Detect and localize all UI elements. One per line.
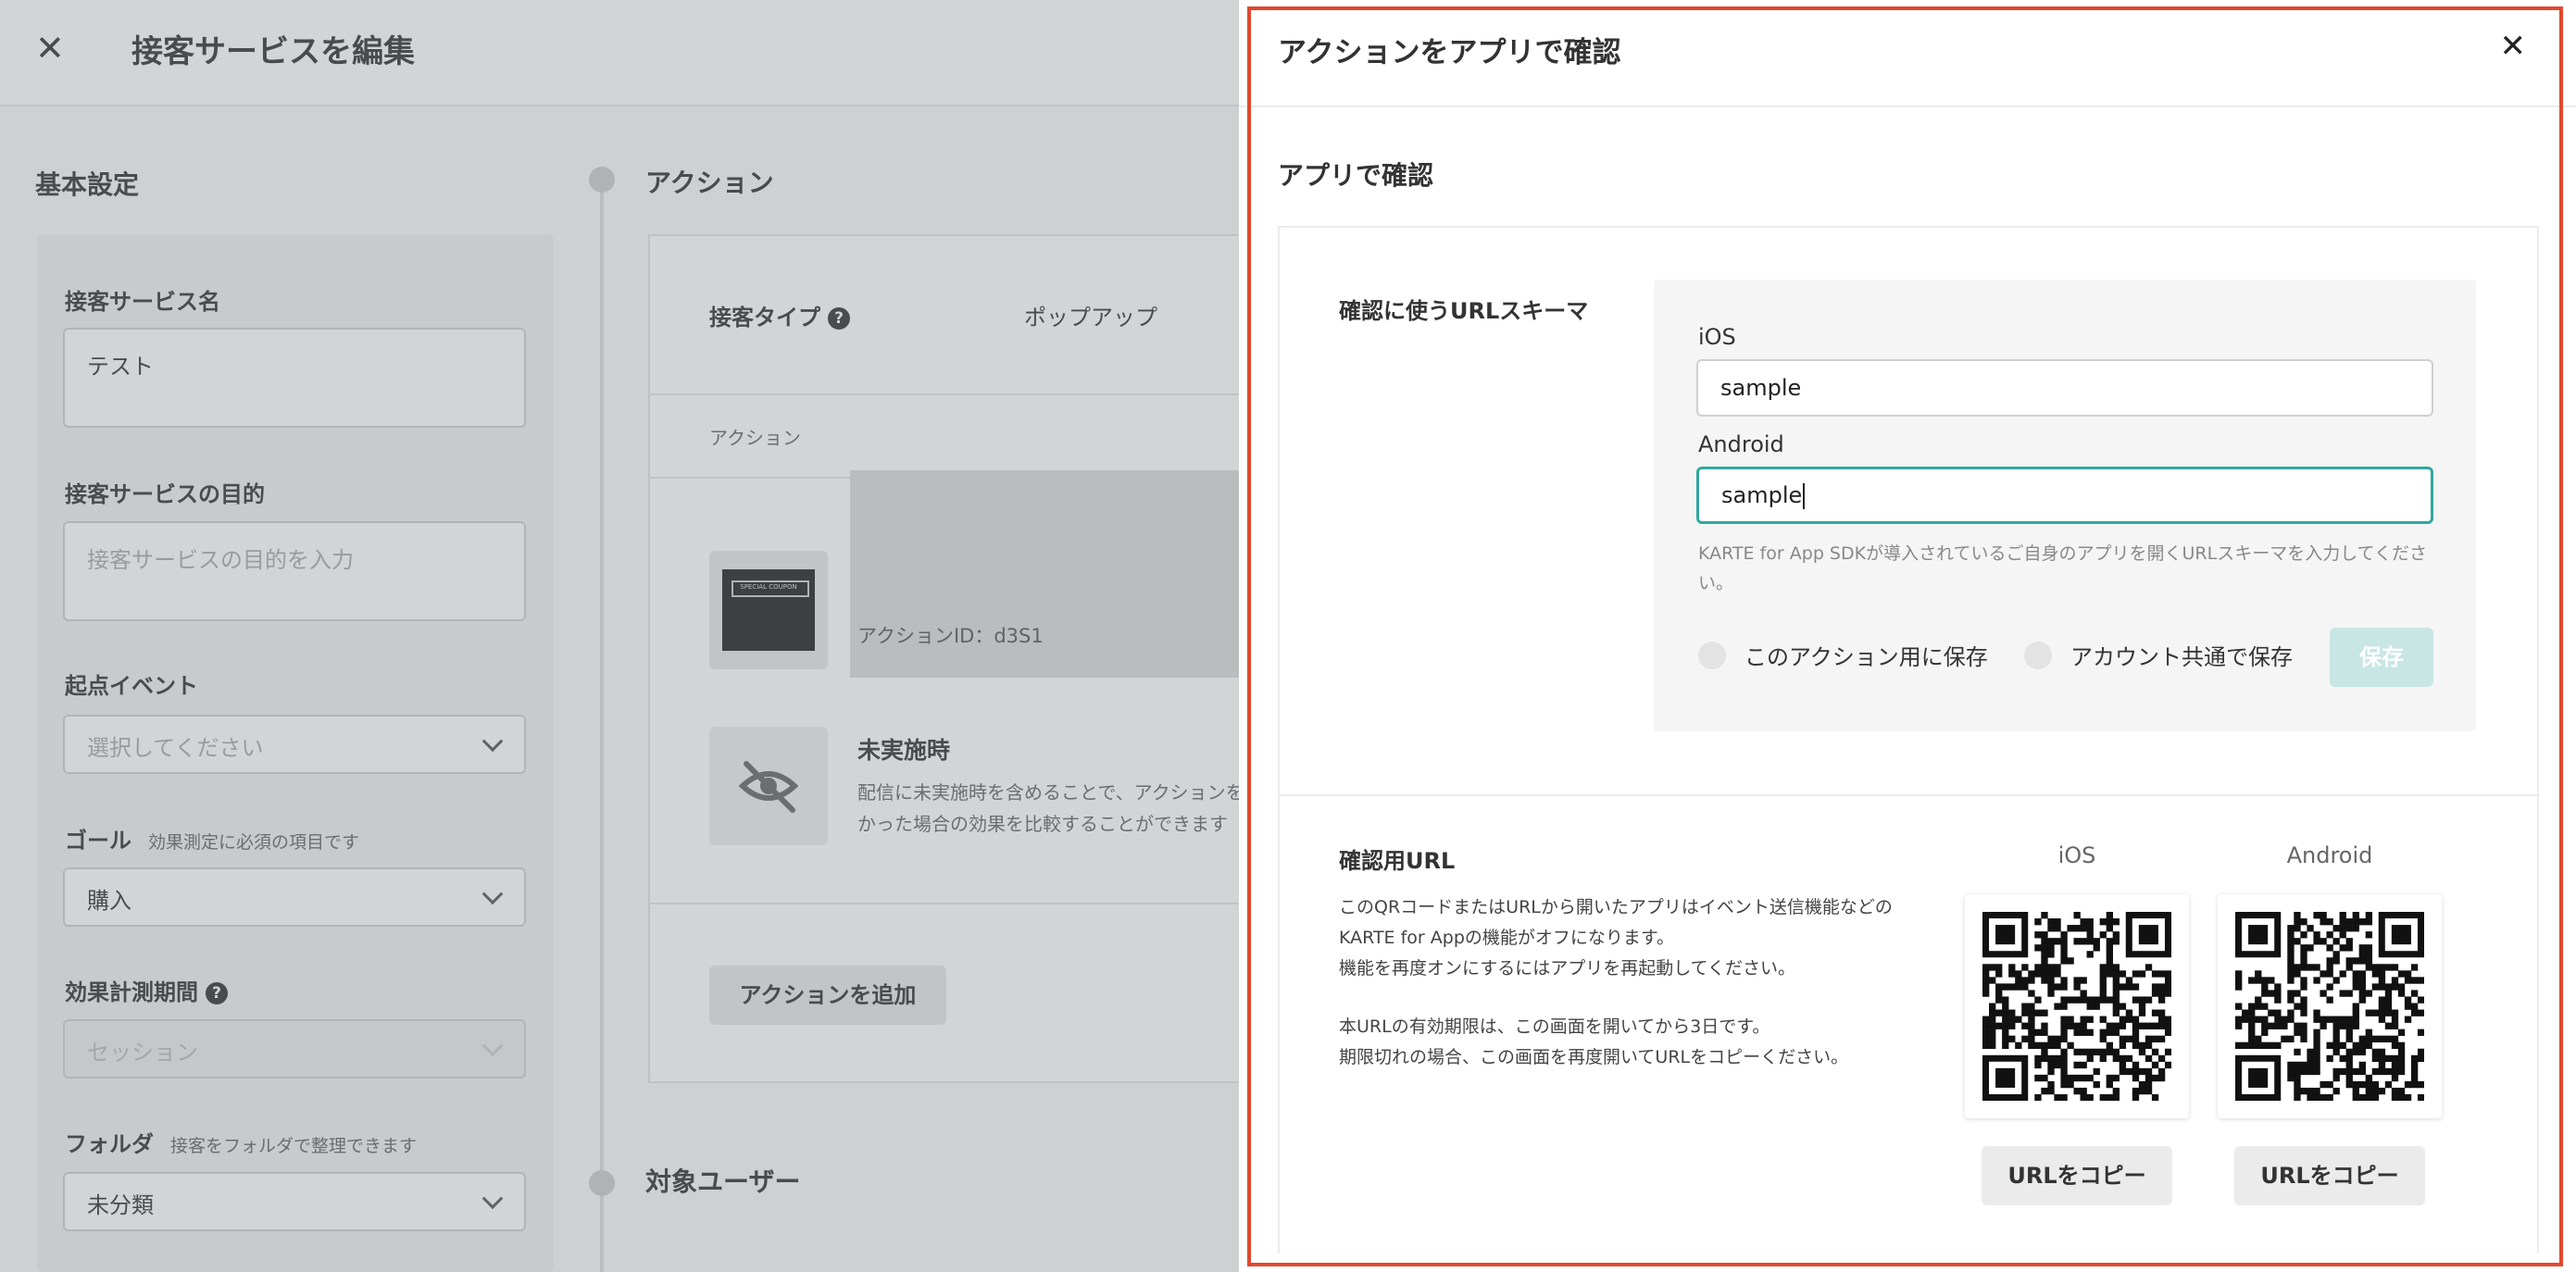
radio-save-account-label: アカウント共通で保存: [2070, 644, 2293, 670]
radio-save-account[interactable]: アカウント共通で保存: [2024, 639, 2293, 671]
description-line: KARTE for Appの機能がオフになります。: [1339, 928, 1674, 948]
modal-title: アクションをアプリで確認: [1278, 36, 1621, 69]
radio-button[interactable]: [1698, 641, 1726, 669]
qr-code-icon: [1982, 912, 2171, 1101]
description-line: 機能を再度オンにするにはアプリを再起動してください。: [1339, 958, 1796, 979]
android-scheme-input[interactable]: sample: [1696, 467, 2433, 524]
ios-scheme-value: sample: [1720, 375, 1802, 401]
text-caret: [1803, 483, 1806, 509]
android-scheme-value: sample: [1721, 482, 1803, 508]
qr-android-label: Android: [2286, 842, 2373, 868]
ios-scheme-label: iOS: [1698, 324, 1736, 350]
description-line: このQRコードまたはURLから開いたアプリはイベント送信機能などの: [1339, 897, 1893, 917]
description-line: 本URLの有効期限は、この画面を開いてから3日です。: [1339, 1016, 1770, 1037]
url-scheme-label: 確認に使うURLスキーマ: [1339, 298, 1589, 324]
confirm-card: 確認に使うURLスキーマ iOS sample Android sample K…: [1278, 226, 2539, 1253]
ios-scheme-input[interactable]: sample: [1696, 359, 2433, 417]
description-line: 期限切れの場合、この画面を再度開いてURLをコピーください。: [1339, 1047, 1849, 1067]
confirm-url-title: 確認用URL: [1339, 848, 1456, 874]
android-scheme-label: Android: [1698, 431, 1784, 457]
modal-subtitle: アプリで確認: [1278, 160, 1434, 191]
qr-ios-label: iOS: [2057, 842, 2096, 868]
radio-save-action[interactable]: このアクション用に保存: [1698, 639, 1988, 671]
modal-header: アクションをアプリで確認 ✕: [1239, 0, 2576, 107]
close-icon[interactable]: ✕: [2500, 28, 2527, 65]
qr-code-icon: [2235, 912, 2424, 1101]
copy-url-ios-button[interactable]: URLをコピー: [1982, 1146, 2172, 1205]
modal-backdrop[interactable]: [0, 0, 1241, 1272]
copy-url-android-button[interactable]: URLをコピー: [2234, 1146, 2425, 1205]
divider: [1280, 794, 2537, 796]
qr-code-ios: [1965, 894, 2189, 1118]
save-button[interactable]: 保存: [2330, 628, 2433, 687]
radio-button[interactable]: [2024, 641, 2052, 669]
app-preview-modal: アクションをアプリで確認 ✕ アプリで確認 確認に使うURLスキーマ iOS s…: [1239, 0, 2576, 1272]
radio-save-action-label: このアクション用に保存: [1744, 644, 1988, 670]
qr-code-android: [2218, 894, 2442, 1118]
url-scheme-hint: KARTE for App SDKが導入されているご自身のアプリを開くURLスキ…: [1698, 543, 2428, 593]
url-scheme-panel: iOS sample Android sample KARTE for App …: [1654, 280, 2476, 731]
confirm-url-description: このQRコードまたはURLから開いたアプリはイベント送信機能などの KARTE …: [1339, 892, 1950, 1073]
